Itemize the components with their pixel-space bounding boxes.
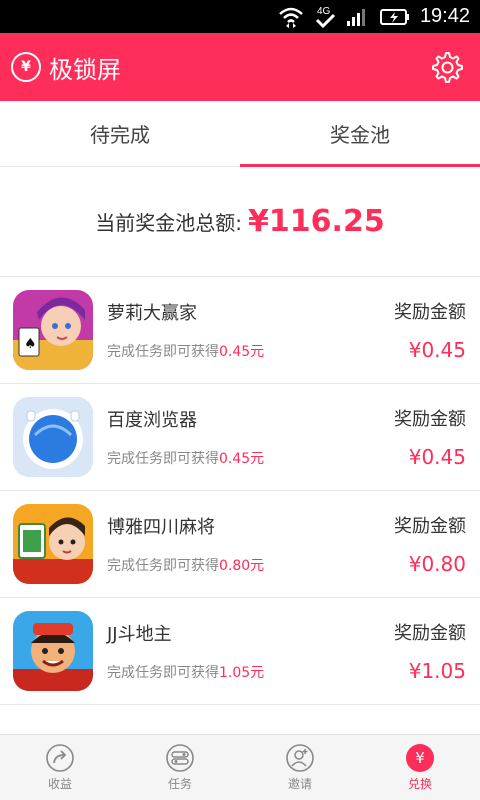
signal-icon <box>346 5 370 29</box>
list-item[interactable]: JJ斗地主 完成任务即可获得1.05元 奖励金额 ¥1.05 <box>0 598 480 705</box>
status-bar: 4G 19:42 <box>0 0 480 33</box>
list-item[interactable]: 百度浏览器 完成任务即可获得0.45元 奖励金额 ¥0.45 <box>0 384 480 491</box>
reward-label: 奖励金额 <box>394 516 466 537</box>
tab-prize-pool[interactable]: 奖金池 <box>240 101 480 167</box>
settings-button[interactable] <box>428 49 464 85</box>
svg-text:¥: ¥ <box>415 749 425 767</box>
reward-label: 奖励金额 <box>394 623 466 644</box>
nav-tasks[interactable]: 任务 <box>120 735 240 800</box>
battery-icon <box>379 5 410 29</box>
reward-value: ¥0.80 <box>408 552 466 576</box>
nav-invite[interactable]: 邀请 <box>240 735 360 800</box>
nav-label: 兑换 <box>407 777 432 791</box>
nav-label: 任务 <box>167 777 192 791</box>
tab-bar: 待完成 奖金池 <box>0 101 480 167</box>
app-bar: ¥ 极锁屏 <box>0 33 480 101</box>
luoli-game-app-icon: ♠ <box>13 290 93 370</box>
baidu-browser-app-icon <box>13 397 93 477</box>
list-item[interactable]: ♠ 萝莉大赢家 完成任务即可获得0.45元 奖励金额 ¥0.45 <box>0 277 480 384</box>
app-title: 极锁屏 <box>49 55 121 84</box>
wifi-icon <box>278 5 304 29</box>
network-4g-icon: 4G <box>314 5 336 29</box>
share-arrow-icon <box>45 743 75 773</box>
svg-text:♠: ♠ <box>24 336 37 352</box>
pool-total-amount: ¥116.25 <box>248 204 385 239</box>
nav-label: 邀请 <box>287 777 312 791</box>
svg-text:4G: 4G <box>317 6 331 17</box>
toggle-icon <box>165 743 195 773</box>
mahjong-app-icon <box>13 504 93 584</box>
reward-label: 奖励金额 <box>394 409 466 430</box>
pool-total-label: 当前奖金池总额: <box>95 211 243 235</box>
jj-doudizhu-app-icon <box>13 611 93 691</box>
nav-exchange[interactable]: ¥ 兑换 <box>360 735 480 800</box>
clock: 19:42 <box>419 5 470 27</box>
gear-icon <box>432 52 463 83</box>
task-list: ♠ 萝莉大赢家 完成任务即可获得0.45元 奖励金额 ¥0.45 百度浏览器 完… <box>0 277 480 705</box>
yuan-icon: ¥ <box>405 743 435 773</box>
tab-pending[interactable]: 待完成 <box>0 101 240 166</box>
reward-label: 奖励金额 <box>394 302 466 323</box>
yuan-logo-icon: ¥ <box>11 52 41 82</box>
list-item[interactable]: 博雅四川麻将 完成任务即可获得0.80元 奖励金额 ¥0.80 <box>0 491 480 598</box>
prize-pool-summary: 当前奖金池总额: ¥116.25 <box>0 167 480 277</box>
add-user-icon <box>285 743 315 773</box>
reward-value: ¥0.45 <box>408 445 466 469</box>
nav-earnings[interactable]: 收益 <box>0 735 120 800</box>
bottom-nav: 收益 任务 邀请 ¥ 兑换 <box>0 734 480 800</box>
reward-value: ¥1.05 <box>408 659 466 683</box>
nav-label: 收益 <box>47 777 72 791</box>
reward-value: ¥0.45 <box>408 338 466 362</box>
